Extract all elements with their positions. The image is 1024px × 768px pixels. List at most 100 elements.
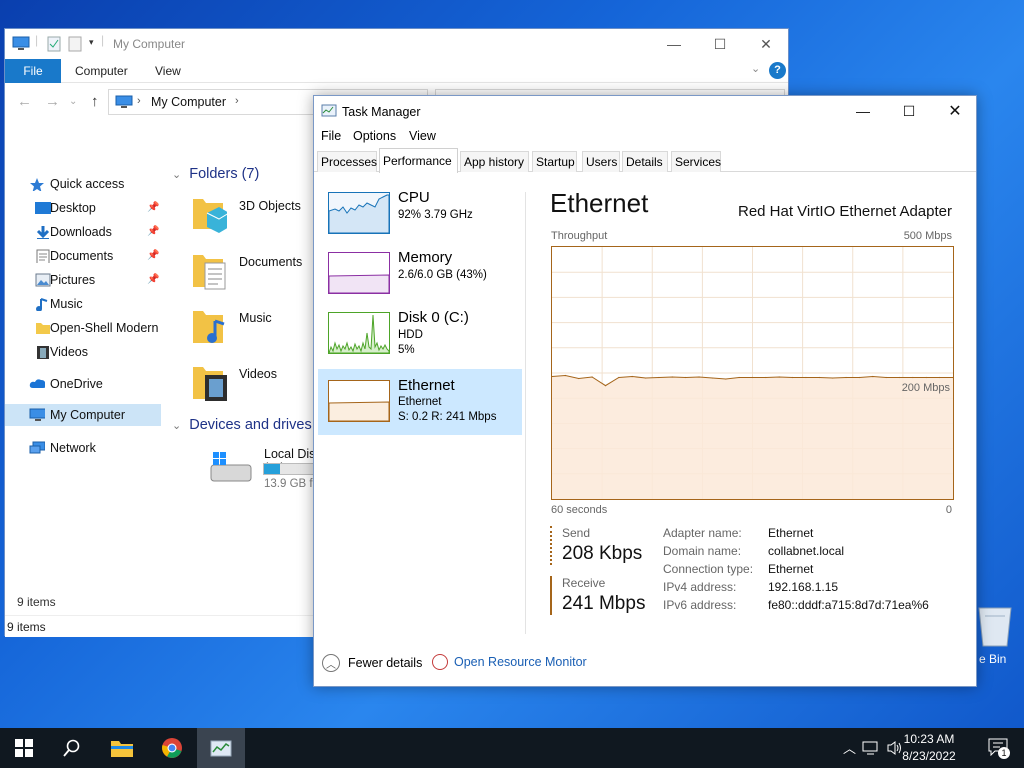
maximize-button[interactable]: ☐	[886, 96, 932, 126]
close-button[interactable]: ✕	[932, 96, 978, 126]
receive-point	[618, 376, 620, 379]
receive-area	[552, 375, 953, 499]
tab-startup[interactable]: Startup	[532, 151, 577, 172]
ribbon-tabs: File Computer View ⌄ ?	[5, 59, 788, 83]
3d-objects-folder-icon	[193, 199, 227, 233]
tab-performance[interactable]: Performance	[379, 148, 458, 173]
resource-ethernet[interactable]: Ethernet Ethernet S: 0.2 R: 241 Mbps	[318, 369, 522, 435]
recent-locations-icon[interactable]: ⌄	[69, 96, 77, 107]
receive-point	[738, 376, 740, 379]
properties-icon[interactable]	[47, 36, 61, 52]
resource-detail: Ethernet	[398, 396, 442, 408]
help-icon[interactable]: ?	[769, 62, 786, 79]
ribbon-view-tab[interactable]: View	[155, 64, 181, 78]
star-icon	[30, 178, 44, 191]
resource-memory[interactable]: Memory 2.6/6.0 GB (43%)	[318, 244, 522, 308]
resource-disk[interactable]: Disk 0 (C:) HDD 5%	[318, 304, 522, 368]
clock-date[interactable]: 8/23/2022	[894, 749, 964, 763]
nav-item-documents[interactable]: Documents 📌	[5, 245, 161, 267]
folder-item-videos[interactable]: Videos	[193, 363, 313, 413]
breadcrumb-chevron-icon[interactable]: ›	[235, 95, 239, 107]
nav-item-my-computer[interactable]: My Computer	[5, 404, 161, 426]
ribbon-file-tab[interactable]: File	[5, 59, 61, 83]
chrome-icon	[162, 738, 182, 758]
folder-item-music[interactable]: Music	[193, 307, 313, 357]
search-button[interactable]	[48, 728, 96, 768]
taskbar-file-explorer[interactable]	[98, 728, 146, 768]
chevron-up-icon[interactable]: ︿	[843, 738, 856, 757]
folder-label: Documents	[239, 255, 303, 269]
start-button[interactable]	[0, 728, 48, 768]
ribbon-computer-tab[interactable]: Computer	[75, 64, 128, 78]
resource-cpu[interactable]: CPU 92% 3.79 GHz	[318, 184, 522, 248]
network-icon[interactable]	[862, 740, 880, 756]
property-value: Ethernet	[768, 562, 814, 576]
task-manager-icon	[321, 104, 337, 117]
folder-item-3d-objects[interactable]: 3D Objects	[193, 195, 313, 245]
tab-processes[interactable]: Processes	[317, 151, 377, 172]
expand-ribbon-icon[interactable]: ⌄	[751, 62, 760, 75]
receive-point	[778, 376, 780, 378]
nav-label: Videos	[50, 345, 88, 359]
task-manager-icon	[210, 740, 232, 757]
nav-item-onedrive[interactable]: OneDrive	[5, 373, 161, 395]
recycle-bin-shortcut[interactable]: e Bin	[975, 600, 1024, 670]
devices-group-header[interactable]: ⌄ Devices and drives	[172, 417, 312, 433]
forward-arrow-icon[interactable]: →	[45, 93, 60, 110]
documents-icon	[36, 249, 50, 263]
maximize-button[interactable]: ☐	[697, 29, 743, 59]
pin-icon[interactable]: 📌	[147, 250, 159, 261]
fewer-details-button[interactable]: ︿ Fewer details	[322, 654, 422, 672]
tab-app-history[interactable]: App history	[460, 151, 529, 172]
pin-icon[interactable]: 📌	[147, 274, 159, 285]
pictures-icon	[35, 273, 51, 287]
menu-file[interactable]: File	[321, 129, 341, 143]
taskbar-chrome[interactable]	[148, 728, 196, 768]
customize-quick-access-icon[interactable]: ▾	[89, 37, 94, 48]
tab-users[interactable]: Users	[582, 151, 620, 172]
nav-item-open-shell-modern[interactable]: Open-Shell Modern	[5, 317, 161, 339]
pane-divider[interactable]	[525, 192, 526, 634]
close-button[interactable]: ✕	[743, 29, 789, 59]
breadcrumb-my-computer[interactable]: My Computer	[151, 95, 226, 109]
receive-point	[698, 376, 700, 378]
minimize-button[interactable]: —	[651, 29, 697, 59]
new-folder-icon[interactable]	[68, 36, 82, 52]
network-icon	[29, 441, 45, 454]
music-folder-icon	[193, 311, 225, 343]
task-manager-window: Task Manager — ☐ ✕ File Options View Pro…	[313, 95, 977, 687]
property-key: Domain name:	[663, 544, 742, 558]
nav-item-music[interactable]: Music	[5, 293, 161, 315]
taskbar-task-manager[interactable]	[197, 728, 245, 768]
up-arrow-icon[interactable]: ↑	[91, 93, 99, 110]
folders-group-header[interactable]: ⌄ Folders (7)	[172, 166, 259, 182]
receive-value: 241 Mbps	[562, 593, 646, 614]
menu-options[interactable]: Options	[353, 129, 396, 143]
receive-point	[578, 377, 580, 380]
notification-center-button[interactable]: 1	[988, 738, 1010, 759]
pin-icon[interactable]: 📌	[147, 226, 159, 237]
nav-item-network[interactable]: Network	[5, 437, 161, 459]
menu-view[interactable]: View	[409, 129, 436, 143]
resource-name: Memory	[398, 249, 453, 266]
property-key: Connection type:	[663, 562, 754, 576]
clock-time[interactable]: 10:23 AM	[894, 732, 964, 746]
nav-item-quick-access[interactable]: Quick access	[5, 173, 161, 195]
hard-drive-icon	[210, 452, 252, 482]
folder-item-documents[interactable]: Documents	[193, 251, 313, 301]
nav-item-desktop[interactable]: Desktop 📌	[5, 197, 161, 219]
content-pane: ⌄ Folders (7) 3D Objects Documents Music…	[169, 166, 343, 599]
nav-label: OneDrive	[50, 377, 103, 391]
open-resource-monitor-link[interactable]: Open Resource Monitor	[432, 654, 587, 670]
tab-services[interactable]: Services	[671, 151, 721, 172]
task-manager-footer: ︿ Fewer details Open Resource Monitor	[314, 644, 976, 688]
minimize-button[interactable]: —	[840, 96, 886, 126]
divider: |	[35, 33, 39, 47]
pin-icon[interactable]: 📌	[147, 202, 159, 213]
nav-item-downloads[interactable]: Downloads 📌	[5, 221, 161, 243]
nav-item-pictures[interactable]: Pictures 📌	[5, 269, 161, 291]
back-arrow-icon[interactable]: ←	[17, 93, 32, 110]
notification-count-badge: 1	[998, 747, 1010, 759]
tab-details[interactable]: Details	[622, 151, 668, 172]
nav-item-videos[interactable]: Videos	[5, 341, 161, 363]
